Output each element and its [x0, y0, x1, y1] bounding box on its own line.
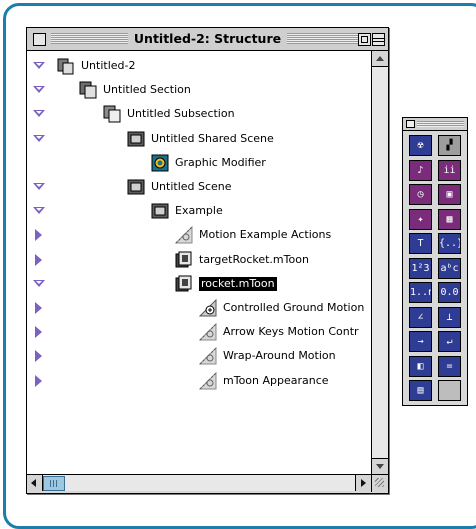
window-title-bar[interactable]: Untitled-2: Structure [27, 28, 388, 51]
disclosure-triangle-expanded-icon[interactable] [33, 134, 45, 142]
tree-item-label[interactable]: Example [175, 204, 223, 218]
window-title: Untitled-2: Structure [27, 31, 388, 46]
tree-row[interactable]: Graphic Modifier [27, 152, 371, 174]
vector-motion-tool-icon[interactable]: ✦ [409, 208, 432, 230]
tree-item-label[interactable]: Untitled-2 [81, 59, 135, 73]
vertical-scrollbar[interactable] [371, 51, 388, 474]
palette-title-stripes [417, 121, 464, 127]
scroll-up-arrow[interactable] [372, 51, 388, 67]
disclosure-triangle-expanded-icon[interactable] [33, 86, 45, 94]
string-tool-icon[interactable]: aᵇc [438, 257, 461, 279]
scene-icon[interactable] [127, 178, 145, 196]
tree-item-label[interactable]: mToon Appearance [223, 374, 329, 388]
tree-row[interactable]: Example [27, 200, 371, 222]
alias-icon[interactable] [198, 371, 217, 390]
structure-tree: Untitled-2 Untitled Section Untitled Subse… [27, 51, 371, 474]
scene-icon[interactable] [151, 202, 169, 220]
disclosure-triangle-expanded-icon[interactable] [33, 279, 45, 287]
vector-tool-icon[interactable]: ∠ [409, 306, 432, 328]
motion-modifier-icon[interactable] [198, 298, 217, 317]
subsection-icon[interactable] [103, 105, 121, 123]
zoom-box[interactable] [358, 33, 371, 46]
tree-row[interactable]: Wrap-Around Motion [27, 345, 371, 367]
messenger-tool-icon[interactable]: ☢ [409, 135, 432, 156]
scroll-left-arrow[interactable] [27, 475, 43, 491]
tree-item-label[interactable]: Untitled Shared Scene [151, 132, 274, 146]
disclosure-triangle-collapsed-icon[interactable] [35, 374, 42, 387]
miniscript-tool-icon[interactable]: ii [438, 159, 461, 181]
horizontal-scrollbar[interactable] [27, 474, 371, 491]
scene-icon[interactable] [127, 130, 145, 148]
set-tool-icon[interactable]: {..} [438, 233, 461, 254]
tree-row[interactable]: targetRocket.mToon [27, 249, 371, 271]
tree-row[interactable]: Untitled Subsection [27, 103, 371, 125]
float-tool-icon[interactable]: 0.0 [438, 282, 461, 303]
disclosure-triangle-collapsed-icon[interactable] [35, 253, 42, 266]
tree-row[interactable]: Untitled Scene [27, 176, 371, 198]
return-tool-icon[interactable]: ↵ [438, 331, 461, 352]
save-tool-icon[interactable]: ▤ [409, 380, 432, 401]
tree-row[interactable]: Untitled Shared Scene [27, 128, 371, 150]
tree-item-label[interactable]: Controlled Ground Motion [223, 301, 364, 315]
tree-row[interactable]: Untitled-2 [27, 55, 371, 77]
mtoon-icon[interactable] [175, 251, 193, 269]
section-icon[interactable] [79, 81, 97, 99]
tree-item-label[interactable]: Motion Example Actions [199, 228, 331, 242]
empty-slot [438, 380, 461, 401]
palette-close-box[interactable] [406, 120, 415, 128]
tree-item-label[interactable]: Graphic Modifier [175, 156, 266, 170]
tree-item-label[interactable]: Untitled Section [103, 83, 191, 97]
keyboard-tool-icon[interactable]: ▦ [438, 208, 461, 230]
point-tool-icon[interactable]: ⊥ [438, 306, 461, 328]
disclosure-triangle-collapsed-icon[interactable] [35, 302, 42, 314]
tree-item-label[interactable]: Arrow Keys Motion Contr [223, 325, 359, 339]
disclosure-triangle-expanded-icon[interactable] [33, 183, 45, 190]
resize-grip[interactable] [371, 474, 388, 492]
palette-title-bar[interactable] [403, 118, 467, 131]
timer-tool-icon[interactable]: ◷ [409, 184, 432, 205]
mtoon-icon[interactable] [175, 275, 193, 293]
disclosure-triangle-expanded-icon[interactable] [33, 110, 45, 118]
tree-item-label[interactable]: targetRocket.mToon [199, 253, 309, 267]
disclosure-triangle-collapsed-icon[interactable] [35, 229, 42, 242]
tree-row[interactable]: Untitled Section [27, 79, 371, 101]
tree-item-label[interactable]: Wrap-Around Motion [223, 349, 336, 363]
tree-item-label[interactable]: Untitled Subsection [127, 107, 235, 121]
disclosure-triangle-collapsed-icon[interactable] [35, 350, 42, 363]
tree-row[interactable]: rocket.mToon [27, 273, 371, 295]
disclosure-triangle-expanded-icon[interactable] [33, 207, 45, 215]
boundary-tool-icon[interactable]: ▣ [438, 184, 461, 205]
disclosure-triangle-expanded-icon[interactable] [33, 62, 45, 69]
project-icon[interactable] [57, 57, 75, 75]
range-tool-icon[interactable]: 1..n [409, 282, 432, 303]
tree-item-label[interactable]: Untitled Scene [151, 180, 232, 194]
graphic-tool-icon[interactable]: ◧ [409, 355, 432, 377]
scroll-thumb[interactable] [43, 476, 65, 491]
tree-row[interactable]: Controlled Ground Motion [27, 297, 371, 319]
integer-tool-icon[interactable]: 1²3 [409, 257, 432, 279]
equals-tool-icon[interactable]: = [438, 355, 461, 377]
tree-row[interactable]: Arrow Keys Motion Contr [27, 321, 371, 343]
scroll-down-arrow[interactable] [372, 458, 388, 474]
scene-change-tool-icon[interactable]: ▞ [438, 135, 461, 156]
graphic-modifier-icon[interactable] [151, 154, 169, 172]
tree-item-label[interactable]: rocket.mToon [199, 276, 277, 291]
alias-icon[interactable] [174, 226, 193, 244]
alias-icon[interactable] [198, 322, 217, 341]
arrow-tool-icon[interactable]: → [409, 331, 432, 352]
text-style-tool-icon[interactable]: T [409, 233, 432, 254]
structure-window: Untitled-2: Structure Untitled-2 Untitled… [26, 27, 389, 494]
scroll-right-arrow[interactable] [355, 475, 371, 491]
tool-palette: ☢ ▞ ♪ ii ◷ ▣ ✦ ▦ T {..} 1²3 aᵇc 1..n 0.0 ∠ ⊥ → ↵ ◧ = ▤ [402, 117, 468, 406]
tree-row[interactable]: Motion Example Actions [27, 224, 371, 246]
sound-tool-icon[interactable]: ♪ [409, 159, 432, 181]
disclosure-triangle-collapsed-icon[interactable] [35, 326, 42, 339]
windowshade-box[interactable] [372, 33, 385, 46]
tree-row[interactable]: mToon Appearance [27, 370, 371, 392]
alias-icon[interactable] [198, 347, 217, 365]
